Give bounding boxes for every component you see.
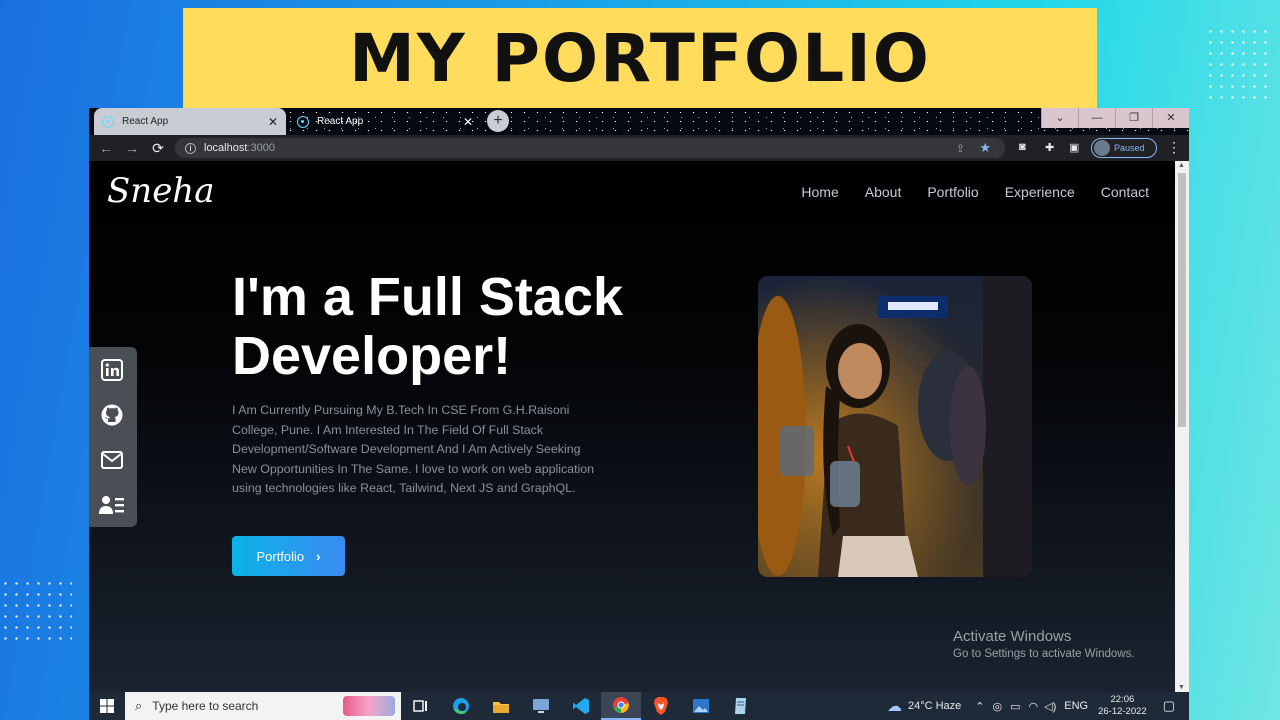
- address-toolbar: ← → ⟳ i localhost :3000 ⇪ ★ ◙ ✚ ▣ Paused…: [89, 135, 1189, 161]
- bookmark-star-icon[interactable]: ★: [979, 140, 991, 156]
- brave-icon[interactable]: [641, 692, 681, 720]
- site-logo[interactable]: Sneha: [107, 171, 214, 211]
- extensions-icon[interactable]: ✚: [1045, 141, 1054, 154]
- github-icon[interactable]: [99, 402, 125, 428]
- vscode-icon[interactable]: [561, 692, 601, 720]
- react-icon: [297, 115, 309, 128]
- photos-icon[interactable]: [681, 692, 721, 720]
- activate-subtitle: Go to Settings to activate Windows.: [953, 648, 1135, 660]
- close-window-button[interactable]: ✕: [1152, 108, 1189, 128]
- reload-button[interactable]: ⟳: [145, 140, 171, 157]
- new-tab-button[interactable]: +: [487, 110, 509, 132]
- restore-button[interactable]: ❐: [1115, 108, 1152, 128]
- file-explorer-icon[interactable]: [481, 692, 521, 720]
- close-icon[interactable]: ✕: [463, 115, 473, 129]
- decor-dots-left: [0, 578, 72, 644]
- banner-title: MY PORTFOLIO: [183, 8, 1097, 108]
- chevron-up-icon[interactable]: ⌃: [975, 700, 984, 713]
- portfolio-button[interactable]: Portfolio ›: [232, 536, 345, 576]
- tab-label: React App: [122, 116, 169, 127]
- url-port: :3000: [247, 142, 275, 154]
- window-controls: ⌄ — ❐ ✕: [1041, 108, 1189, 128]
- sidepanel-icon[interactable]: ▣: [1069, 141, 1079, 154]
- mail-icon[interactable]: [99, 447, 125, 473]
- menu-icon[interactable]: ⋮: [1167, 139, 1181, 156]
- nav-contact[interactable]: Contact: [1101, 184, 1149, 200]
- url-host: localhost: [204, 142, 248, 154]
- activate-windows-watermark: Activate Windows Go to Settings to activ…: [953, 628, 1135, 660]
- remote-desktop-icon[interactable]: [521, 692, 561, 720]
- nav-experience[interactable]: Experience: [1005, 184, 1075, 200]
- profile-photo: [758, 276, 1032, 577]
- windows-taskbar: ⌕ Type here to search ☁ 24°C Haze ⌃ ◎ ▭ …: [89, 692, 1189, 720]
- hero-title: I'm a Full Stack Developer!: [232, 267, 623, 386]
- activate-title: Activate Windows: [953, 628, 1072, 645]
- notification-icon[interactable]: ▢: [1163, 698, 1175, 714]
- browser-window: React App ✕ React App ✕ + ⌄ — ❐ ✕ ← → ⟳ …: [89, 108, 1189, 692]
- portfolio-button-label: Portfolio: [256, 548, 305, 564]
- camera-icon[interactable]: ◙: [1019, 141, 1026, 153]
- page-scrollbar[interactable]: ▲ ▼: [1175, 161, 1189, 692]
- scroll-up-icon[interactable]: ▲: [1178, 162, 1185, 169]
- web-page: Sneha Home About Portfolio Experience Co…: [89, 161, 1175, 692]
- site-info-icon[interactable]: i: [185, 142, 196, 154]
- tab-label: React App: [317, 116, 364, 127]
- forward-button[interactable]: →: [119, 140, 145, 156]
- share-icon[interactable]: ⇪: [956, 142, 965, 155]
- decor-dots-top-right: [1205, 26, 1275, 104]
- network-icon[interactable]: ◠: [1029, 700, 1039, 713]
- resume-icon[interactable]: [99, 492, 125, 518]
- system-tray: ☁ 24°C Haze ⌃ ◎ ▭ ◠ ◁) ENG 22:06 26-12-2…: [887, 692, 1189, 720]
- clock[interactable]: 22:06 26-12-2022: [1098, 694, 1147, 718]
- scrollbar-thumb[interactable]: [1178, 173, 1186, 427]
- react-icon: [102, 115, 114, 128]
- taskbar-search-input[interactable]: ⌕ Type here to search: [125, 692, 401, 720]
- volume-icon[interactable]: ◁): [1044, 700, 1056, 713]
- back-button[interactable]: ←: [93, 140, 119, 156]
- weather-text[interactable]: 24°C Haze: [908, 700, 961, 712]
- weather-icon[interactable]: ☁: [887, 697, 902, 715]
- chevron-right-icon: ›: [316, 548, 321, 564]
- windows-start-button[interactable]: [89, 692, 125, 720]
- battery-icon[interactable]: ▭: [1010, 700, 1020, 713]
- language-indicator[interactable]: ENG: [1064, 700, 1088, 712]
- profile-status: Paused: [1114, 143, 1145, 153]
- hero-description: I Am Currently Pursuing My B.Tech In CSE…: [232, 403, 595, 495]
- profile-paused-button[interactable]: Paused: [1091, 138, 1157, 158]
- linkedin-icon[interactable]: [99, 357, 125, 383]
- nav-portfolio[interactable]: Portfolio: [927, 184, 978, 200]
- scroll-down-icon[interactable]: ▼: [1178, 684, 1185, 691]
- nav-about[interactable]: About: [865, 184, 902, 200]
- search-highlight-icon: [343, 696, 395, 716]
- tab-react-app-1[interactable]: React App ✕: [94, 108, 286, 135]
- tab-search-button[interactable]: ⌄: [1041, 108, 1078, 128]
- tab-react-app-2[interactable]: React App ✕: [289, 108, 481, 135]
- site-nav: Home About Portfolio Experience Contact: [801, 184, 1175, 200]
- address-bar[interactable]: i localhost :3000 ⇪ ★: [175, 138, 1005, 158]
- chrome-icon[interactable]: [601, 692, 641, 720]
- search-icon: ⌕: [135, 698, 143, 713]
- social-sidebar: [89, 347, 137, 527]
- tab-bar: React App ✕ React App ✕ + ⌄ — ❐ ✕: [89, 108, 1189, 135]
- avatar: [1094, 140, 1110, 156]
- edge-icon[interactable]: [441, 692, 481, 720]
- meet-now-icon[interactable]: ◎: [993, 700, 1003, 713]
- clock-date: 26-12-2022: [1098, 706, 1147, 717]
- minimize-button[interactable]: —: [1078, 108, 1115, 128]
- search-placeholder: Type here to search: [152, 699, 259, 713]
- notepad-icon[interactable]: [721, 692, 761, 720]
- nav-home[interactable]: Home: [801, 184, 838, 200]
- task-view-icon[interactable]: [401, 692, 441, 720]
- clock-time: 22:06: [1110, 694, 1135, 705]
- close-icon[interactable]: ✕: [268, 115, 278, 129]
